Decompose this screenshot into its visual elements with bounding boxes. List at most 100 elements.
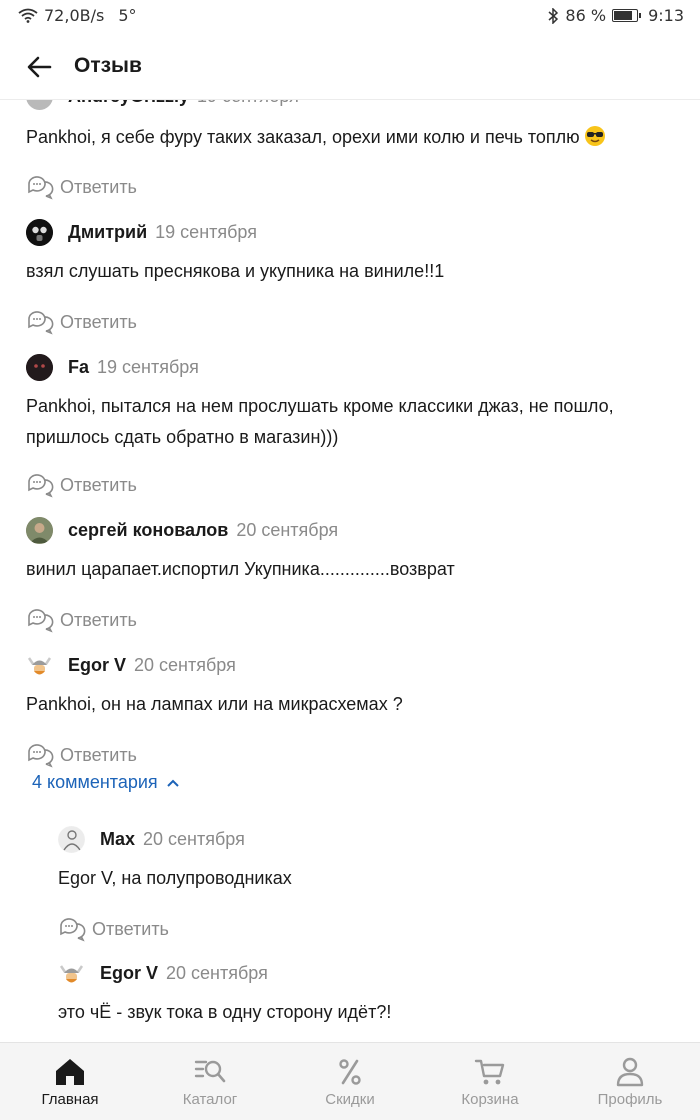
reply-label[interactable]: Ответить [92, 919, 169, 940]
comment-item: сергей коновалов 20 сентября винил царапа… [26, 516, 676, 633]
comment-author[interactable]: Egor V 20 сентября [68, 655, 236, 676]
comment-header: Fa 19 сентября [26, 353, 676, 383]
tab-cart[interactable]: Корзина [420, 1043, 560, 1120]
chevron-up-icon [166, 779, 179, 787]
profile-icon [616, 1057, 644, 1087]
reply-item: Egor V 20 сентября это чЁ - звук тока в о… [58, 959, 676, 1022]
author-name[interactable]: Fa [68, 357, 89, 377]
photo-avatar-icon [26, 517, 53, 544]
reply-label[interactable]: Ответить [60, 745, 137, 766]
sketch-avatar-icon [58, 826, 85, 853]
comment-header: Egor V 20 сентября [58, 959, 676, 989]
bottom-tab-bar: Главная Каталог Скидки Корзина Профиль [0, 1042, 700, 1120]
author-name[interactable]: Дмитрий [68, 222, 147, 242]
comment-date: 20 сентября [143, 829, 245, 849]
reply-label[interactable]: Ответить [60, 177, 137, 198]
comment-author[interactable]: сергей коновалов 20 сентября [68, 520, 338, 541]
tab-discounts[interactable]: Скидки [280, 1043, 420, 1120]
chat-bubbles-icon [60, 918, 86, 942]
reply-item: Max 20 сентября Egor V, на полупроводника… [58, 825, 676, 942]
bluetooth-icon [548, 7, 559, 24]
tab-home[interactable]: Главная [0, 1043, 140, 1120]
reply-button[interactable]: Ответить [26, 607, 137, 633]
comment-date: 20 сентября [166, 963, 268, 983]
comment-author[interactable]: Egor V 20 сентября [100, 963, 268, 984]
reply-label[interactable]: Ответить [60, 312, 137, 333]
tab-label[interactable]: Профиль [560, 1091, 700, 1108]
author-name[interactable]: сергей коновалов [68, 520, 228, 540]
tab-label[interactable]: Каталог [140, 1091, 280, 1108]
chat-bubbles-icon [28, 176, 54, 200]
gasmask-avatar-icon [26, 219, 53, 246]
reply-button[interactable]: Ответить [26, 742, 137, 768]
reply-label[interactable]: Ответить [60, 610, 137, 631]
chat-bubbles-icon [28, 474, 54, 498]
comment-author[interactable]: Дмитрий 19 сентября [68, 222, 257, 243]
comment-text: Pankhoi, пытался на нем прослушать кроме… [26, 391, 614, 453]
status-extra: 5° [118, 6, 137, 25]
percent-icon [339, 1059, 361, 1085]
tab-label[interactable]: Скидки [280, 1091, 420, 1108]
comment-text: винил царапает.испортил Укупника........… [26, 559, 455, 579]
comment-text: Pankhoi, он на лампах или на микрасхемах… [26, 694, 403, 714]
comment-line: пришлось сдать обратно в магазин))) [26, 427, 339, 447]
replies-count[interactable]: 4 комментария [32, 772, 158, 793]
viking-avatar-icon [27, 657, 52, 675]
avatar[interactable] [26, 354, 53, 381]
app-header: Отзыв [0, 32, 700, 100]
comment-header: Max 20 сентября [58, 825, 676, 855]
tab-label[interactable]: Главная [0, 1091, 140, 1108]
comment-text: взял слушать преснякова и укупника на ви… [26, 261, 445, 281]
comment-header: сергей коновалов 20 сентября [26, 516, 676, 546]
viking-avatar-icon [59, 965, 84, 983]
status-bar: 72,0B/s 5° 86 % 9:13 [0, 0, 700, 32]
comment-date: 19 сентября [155, 222, 257, 242]
reply-button[interactable]: Ответить [58, 916, 169, 942]
comment-item: Fa 19 сентября Pankhoi, пытался на нем пр… [26, 353, 676, 498]
clock: 9:13 [648, 6, 684, 25]
reply-button[interactable]: Ответить [26, 174, 137, 200]
comment-date: 20 сентября [236, 520, 339, 540]
avatar[interactable] [58, 960, 85, 987]
reply-label[interactable]: Ответить [60, 475, 137, 496]
comment-text: это чЁ - звук тока в одну сторону идёт?! [58, 1002, 392, 1022]
tab-profile[interactable]: Профиль [560, 1043, 700, 1120]
avatar[interactable] [26, 219, 53, 246]
comments-feed[interactable]: AndreyGrizzly19 сентября Pankhoi, я себе… [0, 70, 700, 1042]
comment-line: Pankhoi, пытался на нем прослушать кроме… [26, 396, 614, 416]
replies-toggle[interactable]: 4 комментария [32, 772, 180, 793]
comment-text: Pankhoi, я себе фуру таких заказал, орех… [26, 122, 606, 153]
catalog-search-icon [194, 1060, 226, 1083]
wifi-icon [18, 8, 38, 23]
comment-date: 19 сентября [97, 357, 199, 377]
author-name[interactable]: Egor V [100, 963, 158, 983]
comment-body: Pankhoi, я себе фуру таких заказал, орех… [26, 127, 580, 147]
page-title: Отзыв [74, 54, 142, 77]
reply-button[interactable]: Ответить [26, 309, 137, 335]
chat-bubbles-icon [28, 609, 54, 633]
sunglasses-emoji-icon [584, 126, 605, 146]
avatar[interactable] [26, 652, 53, 679]
comment-text: Egor V, на полупроводниках [58, 868, 292, 888]
cat-avatar-icon [26, 354, 53, 381]
reply-button[interactable]: Ответить [26, 472, 137, 498]
network-speed: 72,0B/s [44, 6, 105, 25]
battery-icon [612, 9, 642, 22]
avatar[interactable] [26, 517, 53, 544]
comment-header: Дмитрий 19 сентября [26, 218, 676, 248]
arrow-left-icon [27, 56, 52, 78]
comment-header: Egor V 20 сентября [26, 651, 676, 681]
comment-author[interactable]: Fa 19 сентября [68, 357, 199, 378]
back-button[interactable] [24, 52, 54, 82]
comment-author[interactable]: Max 20 сентября [100, 829, 245, 850]
tab-label[interactable]: Корзина [420, 1091, 560, 1108]
avatar[interactable] [58, 826, 85, 853]
author-name[interactable]: Egor V [68, 655, 126, 675]
comment-date: 20 сентября [134, 655, 236, 675]
home-icon [56, 1059, 84, 1085]
tab-catalog[interactable]: Каталог [140, 1043, 280, 1120]
chat-bubbles-icon [28, 311, 54, 335]
chat-bubbles-icon [28, 744, 54, 768]
author-name[interactable]: Max [100, 829, 135, 849]
battery-percent: 86 % [565, 6, 607, 25]
